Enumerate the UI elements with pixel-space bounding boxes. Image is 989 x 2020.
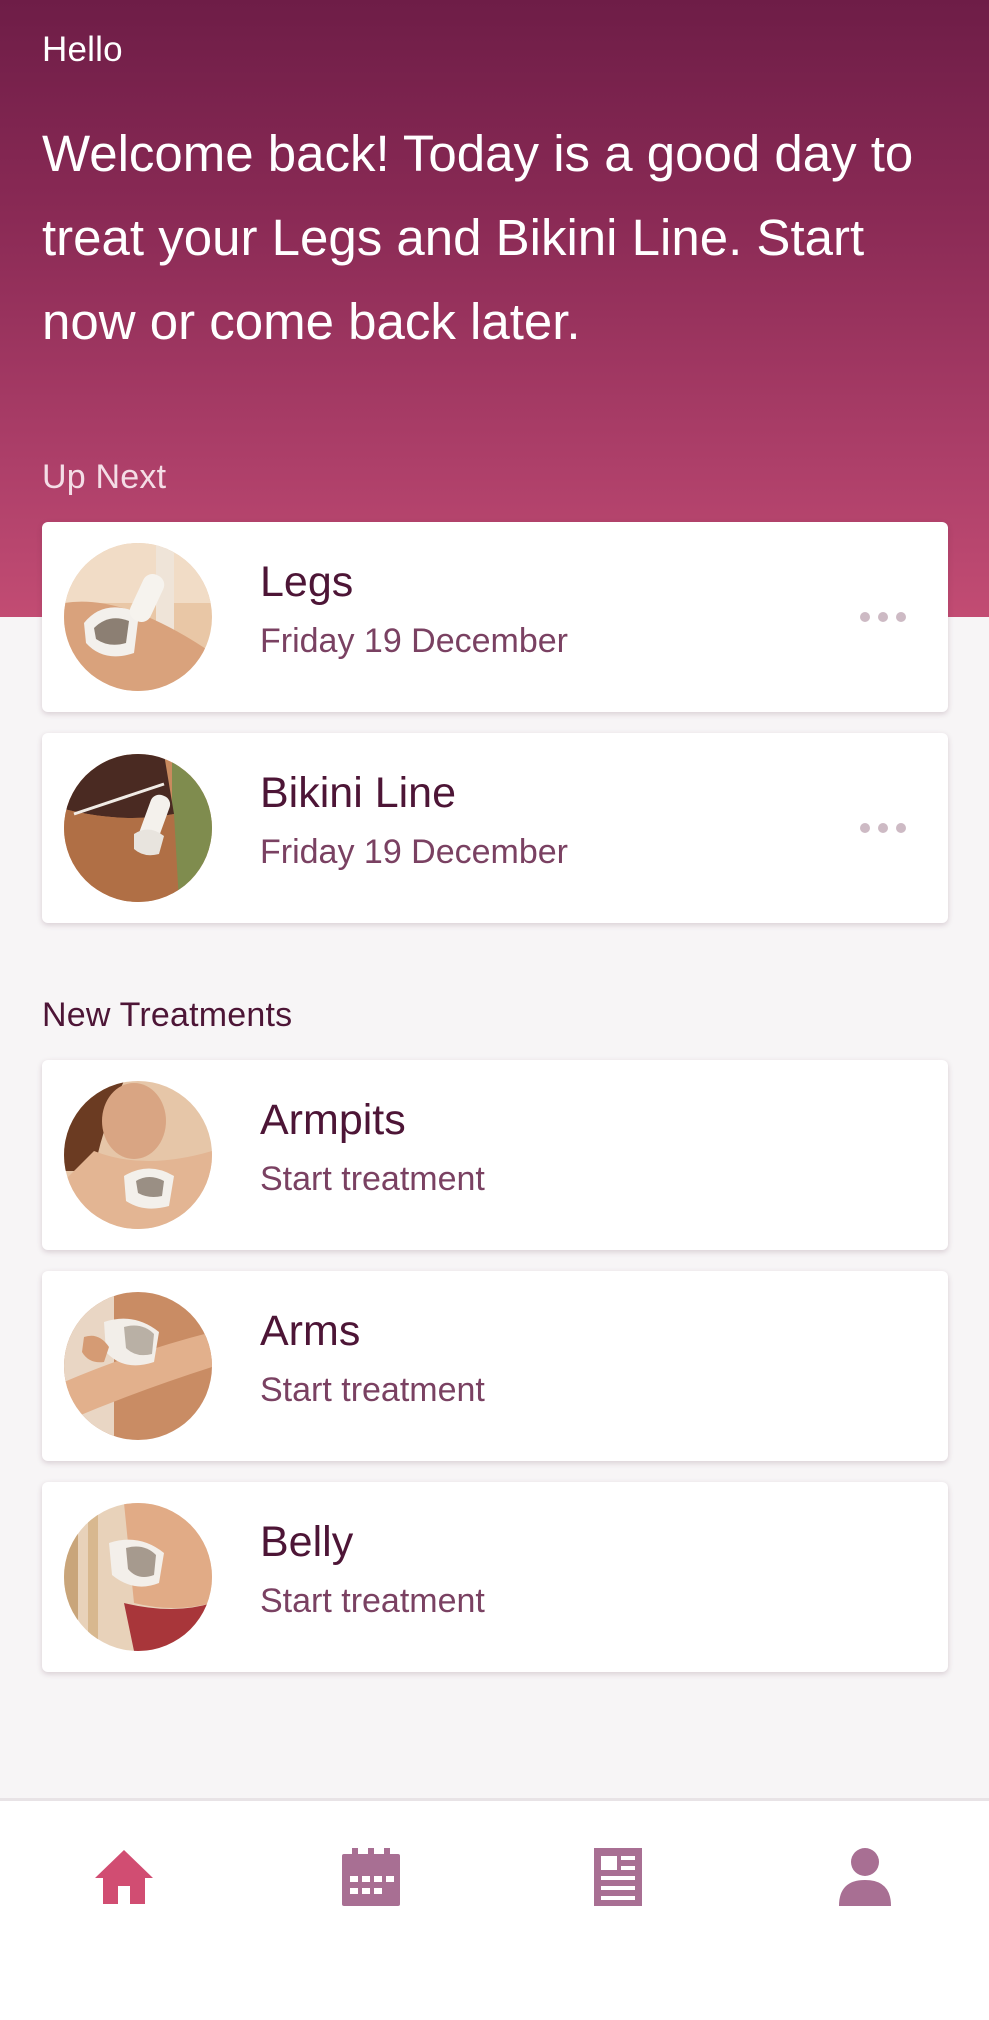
nav-calendar[interactable] (331, 1837, 411, 1917)
bikini-line-treatment-photo (64, 754, 212, 902)
up-next-heading: Up Next (42, 458, 167, 496)
welcome-message: Welcome back! Today is a good day to tre… (42, 125, 914, 350)
greeting: Hello (42, 30, 123, 69)
card-title: Armpits (260, 1096, 406, 1144)
bottom-navigation (0, 1798, 989, 2020)
card-title: Bikini Line (260, 769, 456, 817)
treatment-card-arms[interactable]: Arms Start treatment (42, 1271, 948, 1461)
treatment-card-armpits[interactable]: Armpits Start treatment (42, 1060, 948, 1250)
nav-home[interactable] (84, 1837, 164, 1917)
card-action: Start treatment (260, 1371, 485, 1409)
card-action: Start treatment (260, 1160, 485, 1198)
card-title: Arms (260, 1307, 361, 1355)
treatment-card-legs[interactable]: Legs Friday 19 December (42, 522, 948, 712)
belly-treatment-photo (64, 1503, 212, 1651)
home-icon (95, 1850, 153, 1904)
nav-articles[interactable] (578, 1837, 658, 1917)
card-date: Friday 19 December (260, 622, 569, 660)
treatment-card-belly[interactable]: Belly Start treatment (42, 1482, 948, 1672)
legs-treatment-photo (64, 543, 212, 691)
nav-profile[interactable] (825, 1837, 905, 1917)
more-horizontal-icon[interactable] (860, 602, 906, 632)
card-action: Start treatment (260, 1582, 485, 1620)
treatment-card-bikini-line[interactable]: Bikini Line Friday 19 December (42, 733, 948, 923)
card-date: Friday 19 December (260, 833, 569, 871)
home-screen: Hello Welcome back! Today is a good day … (0, 0, 989, 2020)
card-title: Legs (260, 558, 354, 606)
more-horizontal-icon[interactable] (860, 813, 906, 843)
new-treatments-heading: New Treatments (42, 996, 293, 1034)
card-title: Belly (260, 1518, 354, 1566)
calendar-icon (342, 1848, 400, 1906)
arms-treatment-photo (64, 1292, 212, 1440)
armpits-treatment-photo (64, 1081, 212, 1229)
articles-icon (594, 1848, 642, 1906)
profile-icon (839, 1848, 891, 1906)
